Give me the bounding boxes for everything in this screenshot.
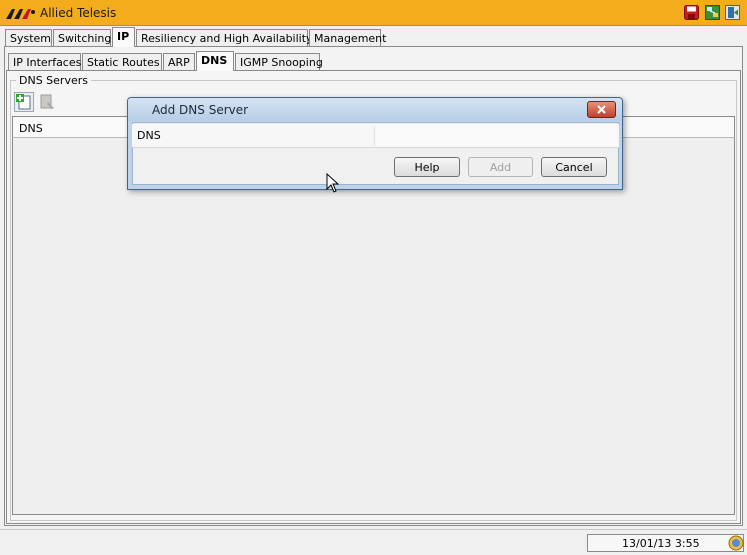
tab-switching[interactable]: Switching [53,29,111,47]
column-header-dns[interactable]: DNS [19,122,43,135]
subtab-arp[interactable]: ARP [163,53,195,71]
add-button[interactable]: Add [468,157,533,177]
subtab-igmp-snooping[interactable]: IGMP Snooping [235,53,323,71]
network-icon[interactable] [705,5,720,20]
dialog-title: Add DNS Server [152,103,249,117]
subtab-static-routes[interactable]: Static Routes [82,53,162,71]
exit-icon[interactable] [725,5,740,20]
dns-server-input[interactable] [376,125,617,147]
delete-document-icon [40,94,54,109]
dialog-close-button[interactable] [587,101,616,118]
tab-resiliency[interactable]: Resiliency and High Availability [136,29,313,47]
subtab-dns[interactable]: DNS [196,51,234,71]
cancel-button[interactable]: Cancel [541,157,607,177]
refresh-status-icon[interactable] [728,535,744,551]
subtab-ip-interfaces[interactable]: IP Interfaces [8,53,81,71]
add-document-icon [16,94,31,110]
app-title: Allied Telesis [40,6,117,20]
tab-ip[interactable]: IP [112,27,135,47]
add-dns-server-button[interactable] [14,92,34,112]
mouse-pointer-icon [326,173,340,193]
field-divider [374,126,375,146]
allied-telesis-logo-icon [6,9,35,19]
status-time: 13/01/13 3:55 [622,537,700,550]
help-button[interactable]: Help [394,157,460,177]
delete-dns-server-button[interactable] [38,92,58,112]
tab-management[interactable]: Management [309,29,386,47]
dns-field-label: DNS [137,129,161,142]
tab-system[interactable]: System [5,29,52,47]
save-icon[interactable] [684,5,699,20]
dns-servers-label: DNS Servers [16,74,91,87]
statusbar-divider [0,529,747,530]
close-icon [597,105,606,114]
